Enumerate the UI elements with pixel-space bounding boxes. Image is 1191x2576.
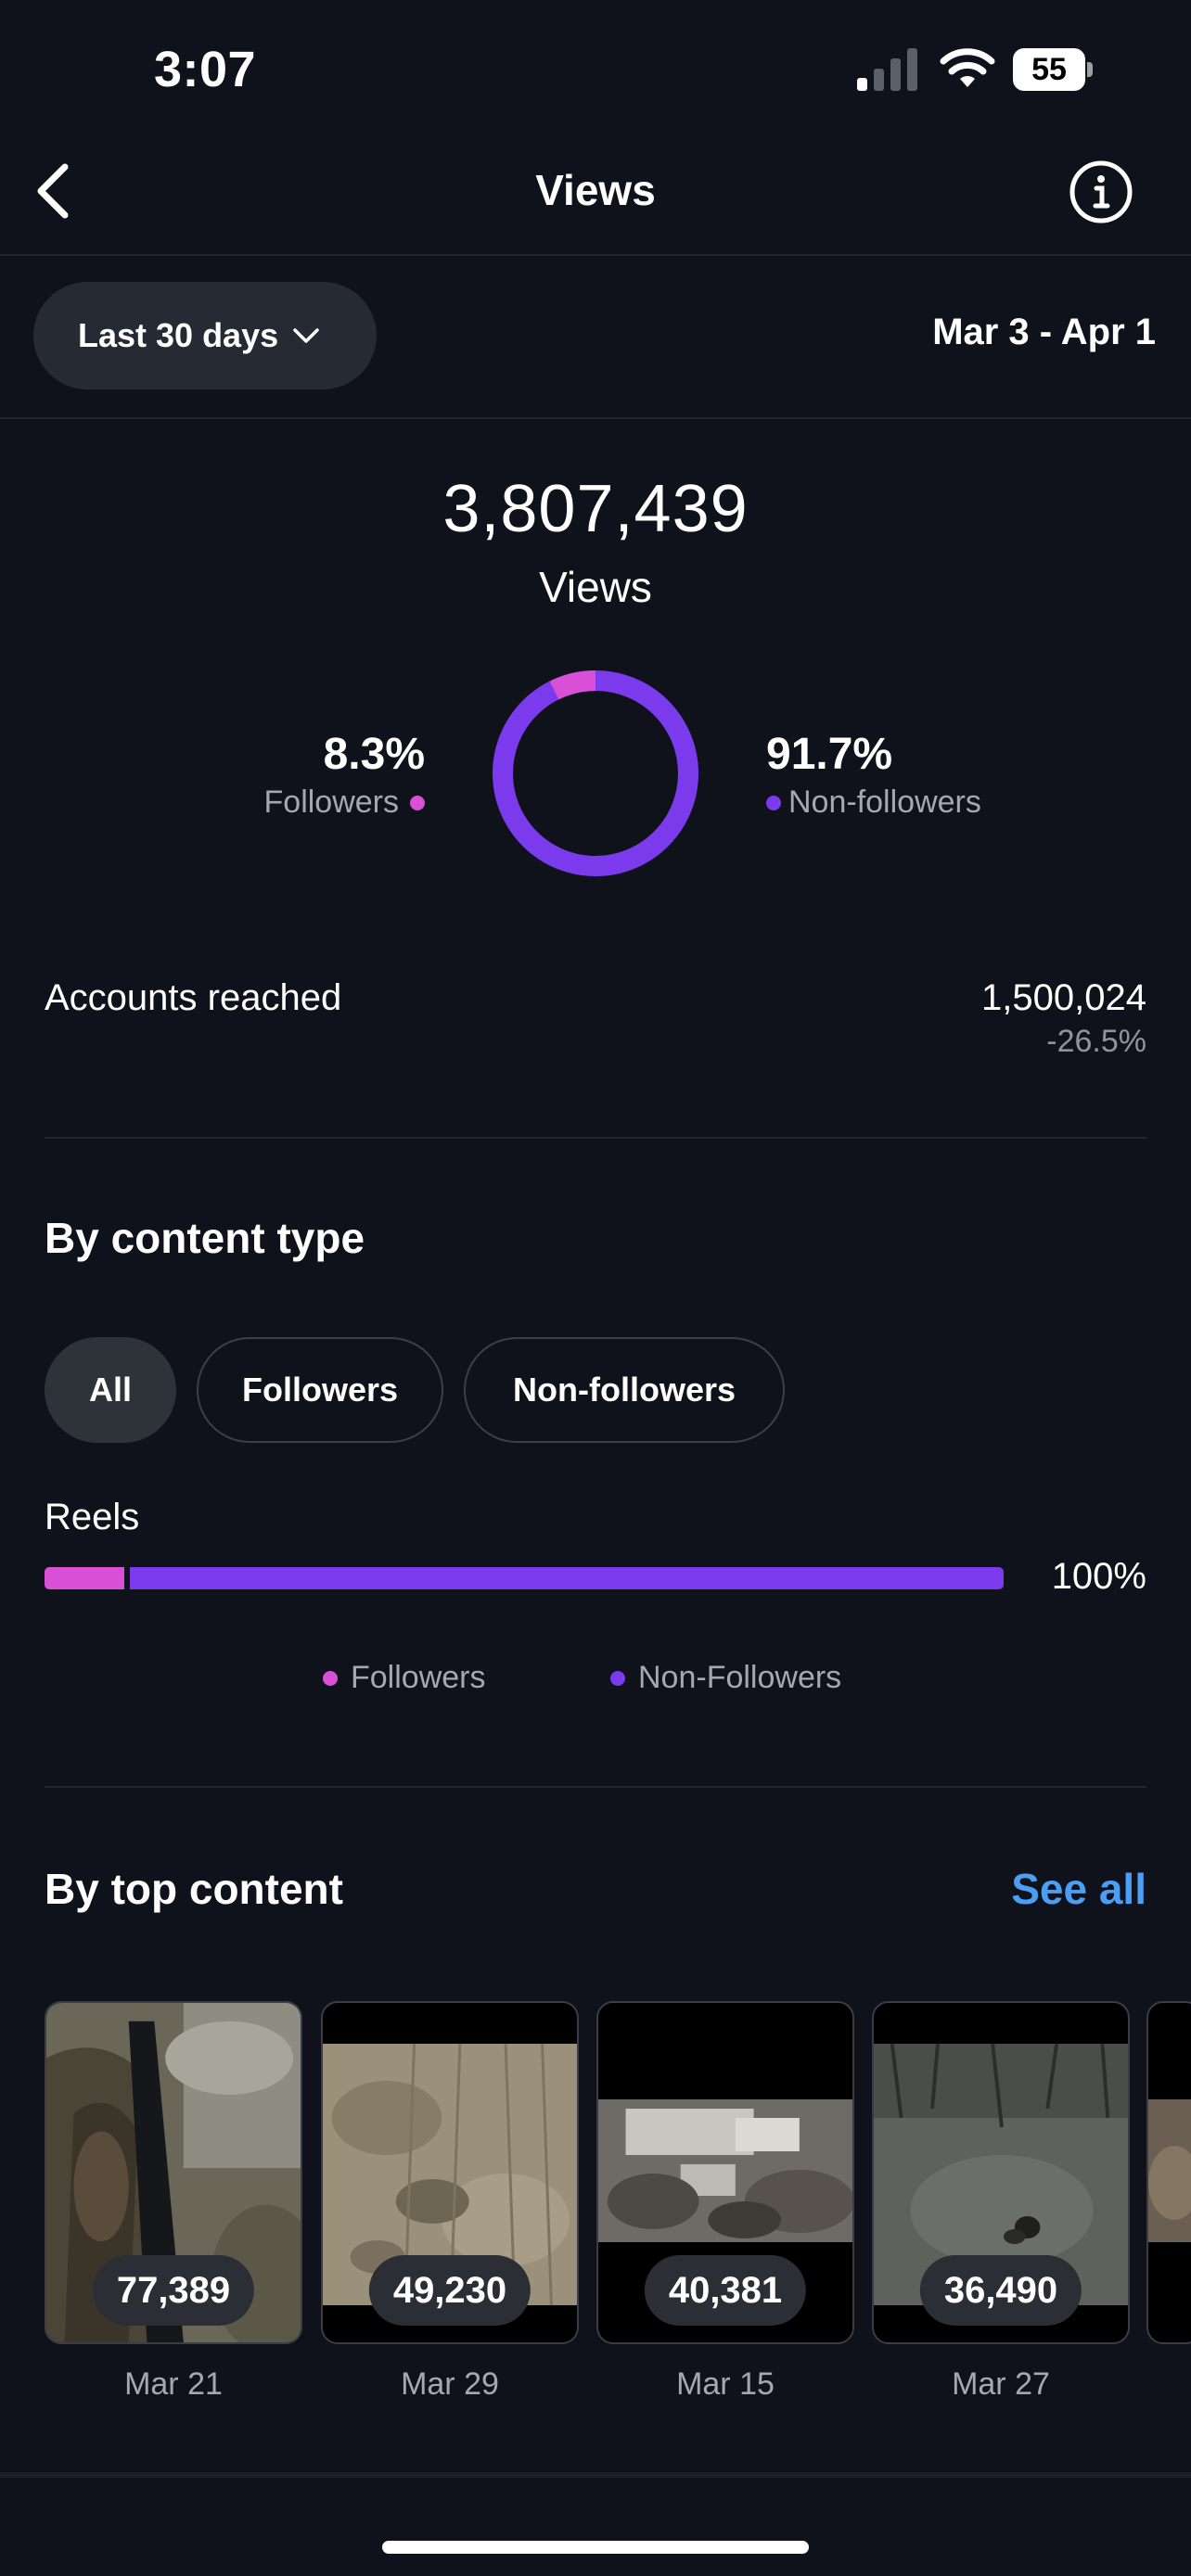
chip-followers[interactable]: Followers xyxy=(197,1337,443,1443)
page-title: Views xyxy=(535,166,656,214)
reels-label: Reels xyxy=(45,1497,140,1537)
reels-percent: 100% xyxy=(1051,1556,1146,1597)
top-content-item-partial[interactable] xyxy=(1146,2001,1191,2344)
chip-non-followers[interactable]: Non-followers xyxy=(464,1337,785,1443)
battery-icon: 55 xyxy=(1013,48,1093,91)
legend-followers-dot xyxy=(323,1670,338,1686)
chip-all[interactable]: All xyxy=(45,1337,176,1443)
top-content-date: Mar 21 xyxy=(124,2366,223,2402)
date-range-text: Mar 3 - Apr 1 xyxy=(932,312,1156,352)
legend-non-followers-label: Non-Followers xyxy=(638,1660,842,1695)
legend-non-followers: Non-Followers xyxy=(610,1660,841,1696)
views-badge: 49,230 xyxy=(368,2255,531,2326)
top-content-item[interactable]: 77,389 xyxy=(45,2001,302,2344)
wifi-icon xyxy=(940,48,995,87)
donut-segment-non-followers xyxy=(493,670,698,876)
legend-followers-label: Followers xyxy=(351,1660,486,1695)
followers-legend: Followers xyxy=(264,784,425,821)
non-followers-label: Non-followers xyxy=(788,784,981,820)
chevron-down-icon xyxy=(293,328,319,343)
date-range-dropdown[interactable]: Last 30 days xyxy=(33,282,377,389)
section-divider xyxy=(45,1786,1146,1788)
battery-level: 55 xyxy=(1013,48,1085,91)
top-content-title: By top content xyxy=(45,1865,343,1913)
filter-divider xyxy=(0,417,1191,419)
top-content-date: Mar 29 xyxy=(401,2366,499,2402)
reels-split-bar xyxy=(45,1567,1004,1589)
content-thumbnail xyxy=(598,2099,852,2242)
top-content-item[interactable]: 40,381 xyxy=(596,2001,854,2344)
top-content-item[interactable]: 36,490 xyxy=(872,2001,1130,2344)
views-badge: 36,490 xyxy=(919,2255,1082,2326)
non-followers-dot xyxy=(766,795,781,810)
reels-bar-followers xyxy=(45,1567,124,1589)
reels-bar-non-followers xyxy=(130,1567,1004,1589)
total-views-count: 3,807,439 xyxy=(442,472,749,546)
top-content-date: Mar 27 xyxy=(952,2366,1050,2402)
non-followers-percent: 91.7% xyxy=(766,730,893,779)
see-all-link[interactable]: See all xyxy=(1011,1864,1146,1914)
followers-dot xyxy=(410,795,425,810)
status-time: 3:07 xyxy=(154,42,257,97)
top-content-date: Mar 15 xyxy=(676,2366,775,2402)
accounts-reached-label: Accounts reached xyxy=(45,977,342,1018)
legend-non-followers-dot xyxy=(610,1670,625,1686)
date-range-dropdown-label: Last 30 days xyxy=(78,316,279,354)
views-badge: 77,389 xyxy=(92,2255,255,2326)
accounts-reached-value: 1,500,024 xyxy=(981,977,1146,1018)
legend-followers: Followers xyxy=(323,1660,485,1696)
home-indicator[interactable] xyxy=(382,2541,809,2554)
content-type-title: By content type xyxy=(45,1214,365,1262)
followers-label: Followers xyxy=(263,784,399,820)
info-icon[interactable] xyxy=(1069,159,1133,224)
bottom-divider xyxy=(0,2472,1191,2478)
views-badge: 40,381 xyxy=(644,2255,807,2326)
signal-icon xyxy=(857,48,917,91)
views-donut-chart xyxy=(493,670,698,876)
accounts-reached-change: -26.5% xyxy=(1046,1024,1146,1059)
followers-percent: 8.3% xyxy=(323,730,425,779)
section-divider xyxy=(45,1137,1146,1139)
header-divider xyxy=(0,254,1191,256)
total-views-label: Views xyxy=(539,563,652,611)
non-followers-legend: Non-followers xyxy=(766,784,981,821)
top-content-item[interactable]: 49,230 xyxy=(321,2001,579,2344)
content-thumbnail xyxy=(1148,2099,1191,2242)
